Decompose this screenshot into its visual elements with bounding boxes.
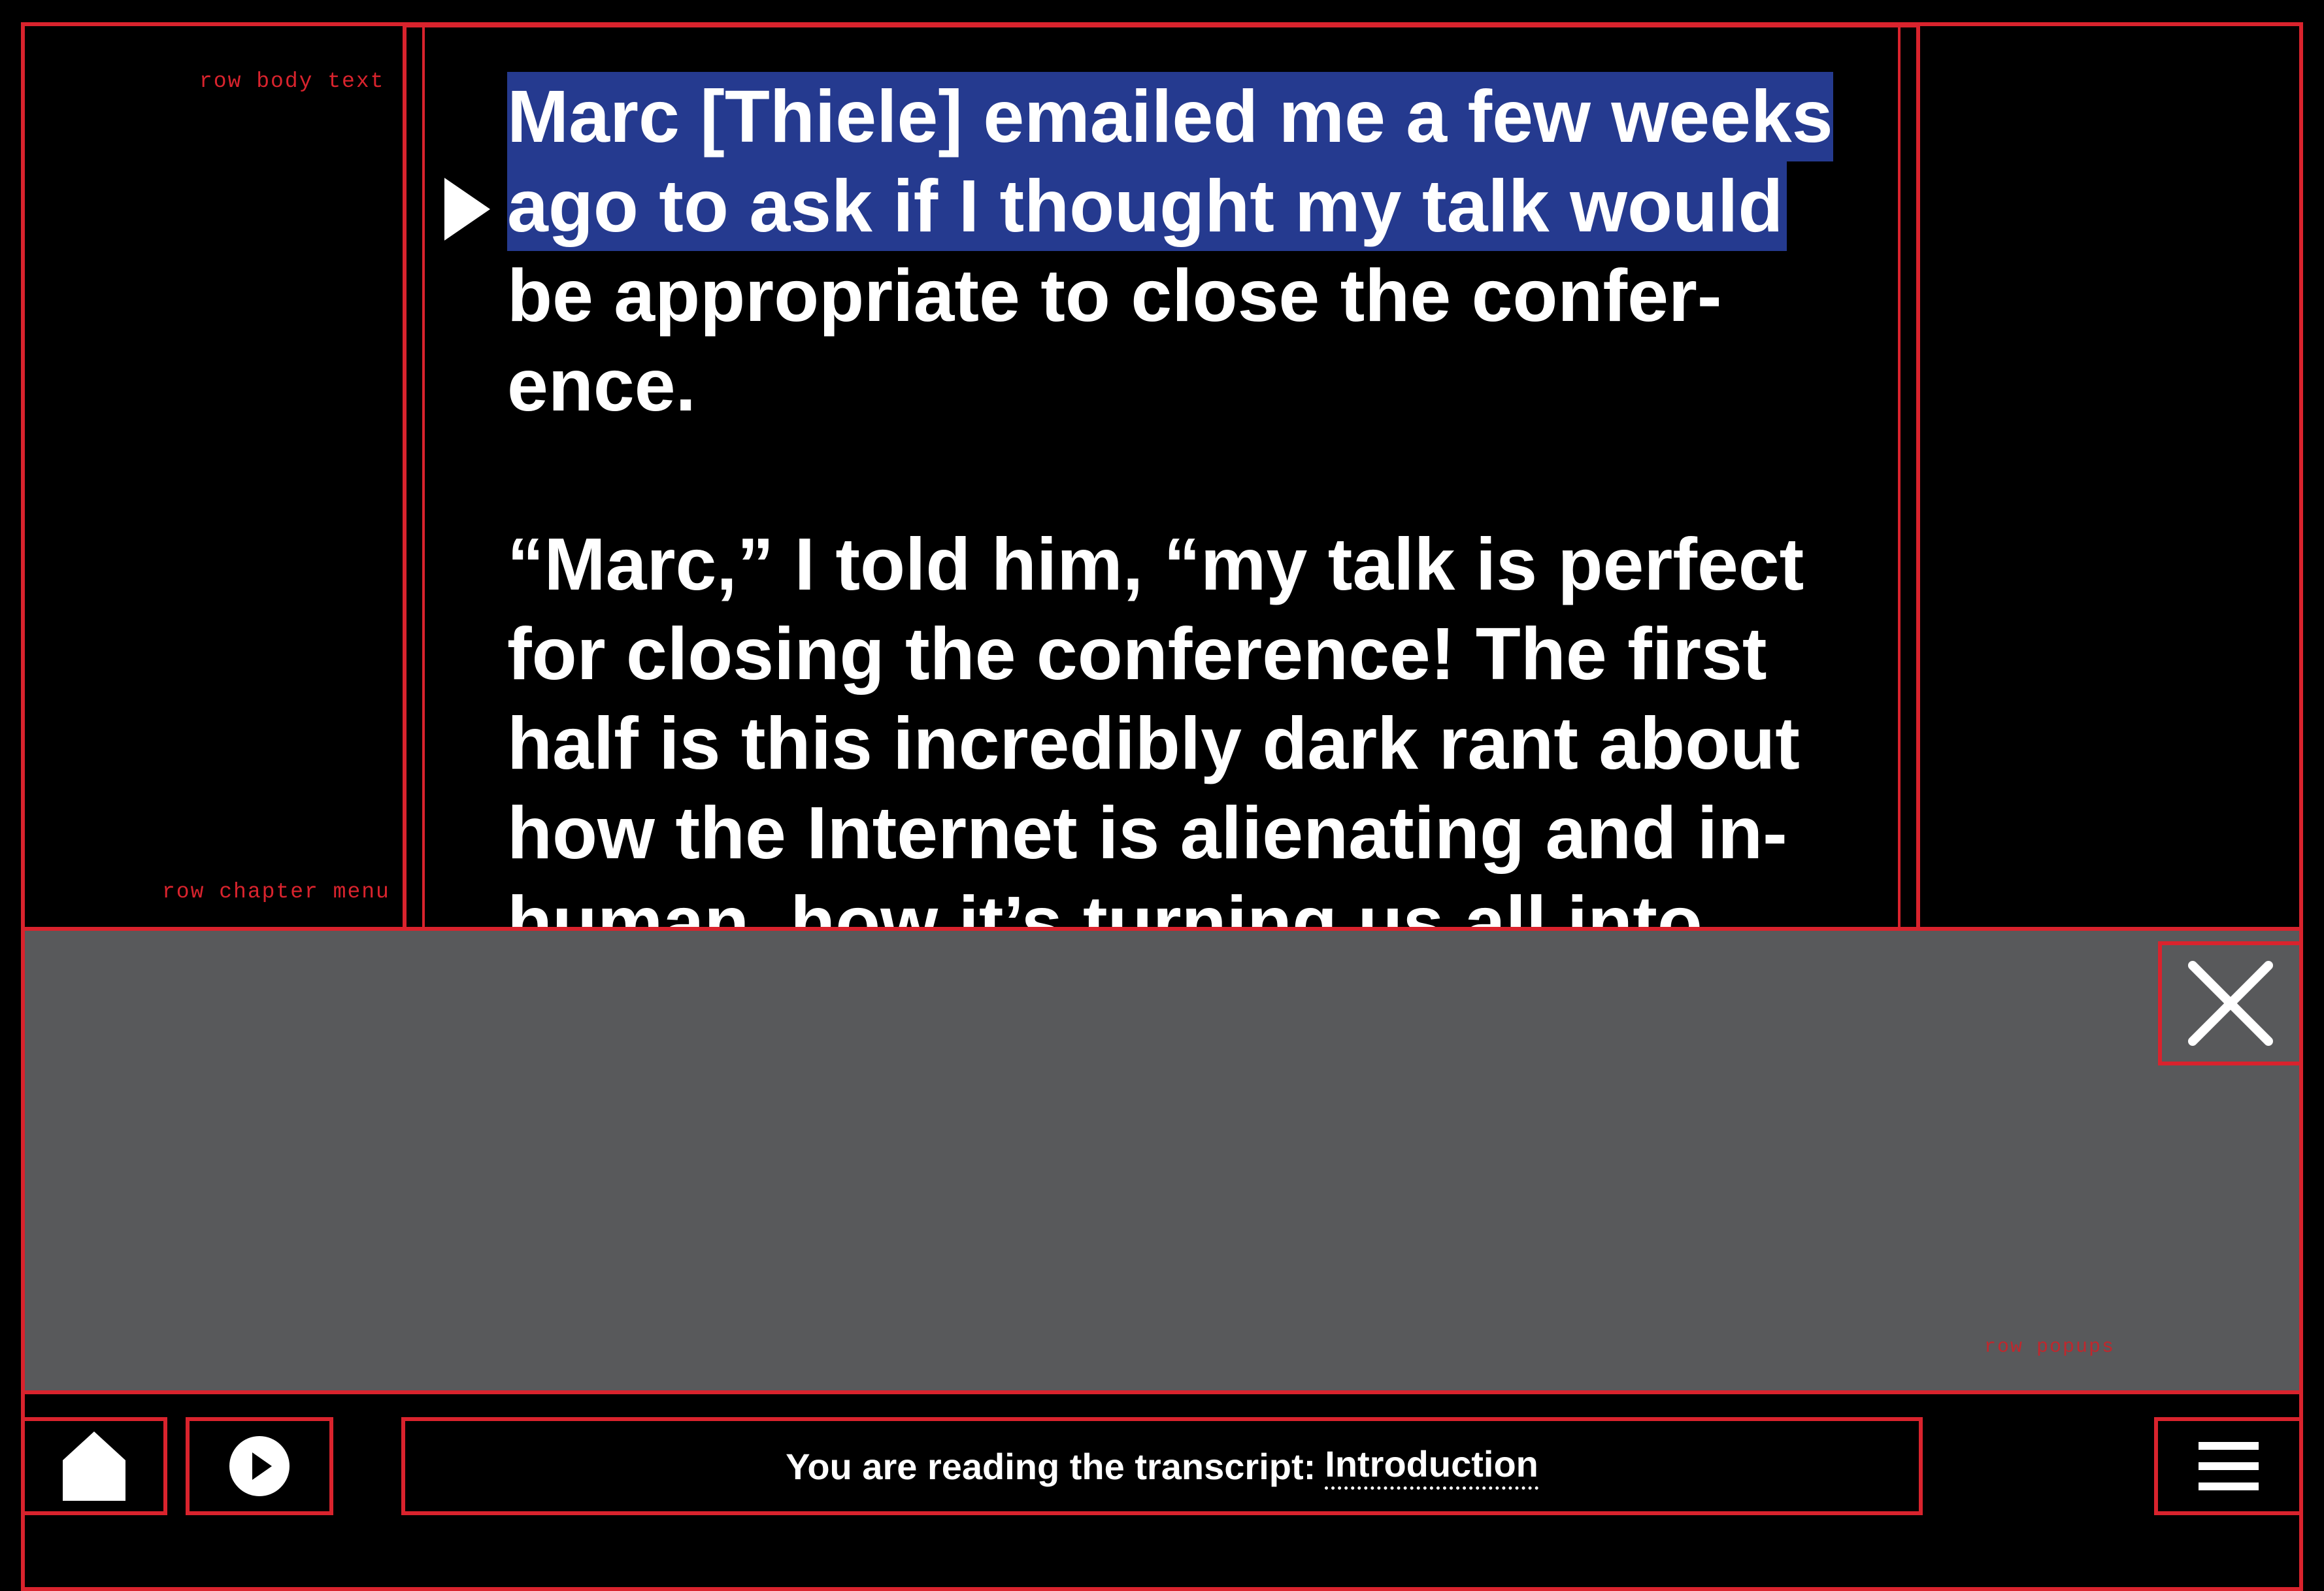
bottom-bar-divider	[21, 1390, 2303, 1394]
debug-label-body-text: row body text	[199, 69, 385, 93]
status-bar: You are reading the transcript: Introduc…	[401, 1417, 1923, 1515]
hamburger-menu-icon	[2199, 1442, 2259, 1490]
transcript-paragraph: “Marc,” I told him, “my talk is perfect …	[507, 523, 1804, 928]
transcript-paragraph: Marc [Thiele] emailed me a few weeks ago…	[507, 72, 1880, 430]
home-button[interactable]	[21, 1417, 167, 1515]
status-text: You are reading the transcript:	[786, 1445, 1316, 1487]
play-button[interactable]	[186, 1417, 333, 1515]
transcript-body: Marc [Thiele] emailed me a few weeks ago…	[507, 72, 1880, 928]
close-icon	[2188, 961, 2273, 1046]
paragraph-text: be appropriate to close the confer-ence.	[507, 254, 1722, 426]
current-paragraph-arrow-icon	[444, 178, 490, 241]
right-column	[1916, 22, 2303, 937]
play-icon	[229, 1436, 290, 1496]
left-column	[21, 22, 407, 937]
popup-panel: row popups	[21, 927, 2303, 1394]
highlighted-sentence[interactable]: Marc [Thiele] emailed me a few weeks ago…	[507, 75, 1833, 247]
chapter-link[interactable]: Introduction	[1325, 1443, 1538, 1490]
debug-label-popups: row popups	[1984, 1336, 2116, 1358]
close-button[interactable]	[2158, 941, 2303, 1065]
debug-label-chapter-menu: row chapter menu	[162, 880, 390, 904]
home-icon	[63, 1432, 125, 1501]
menu-button[interactable]	[2154, 1417, 2303, 1515]
